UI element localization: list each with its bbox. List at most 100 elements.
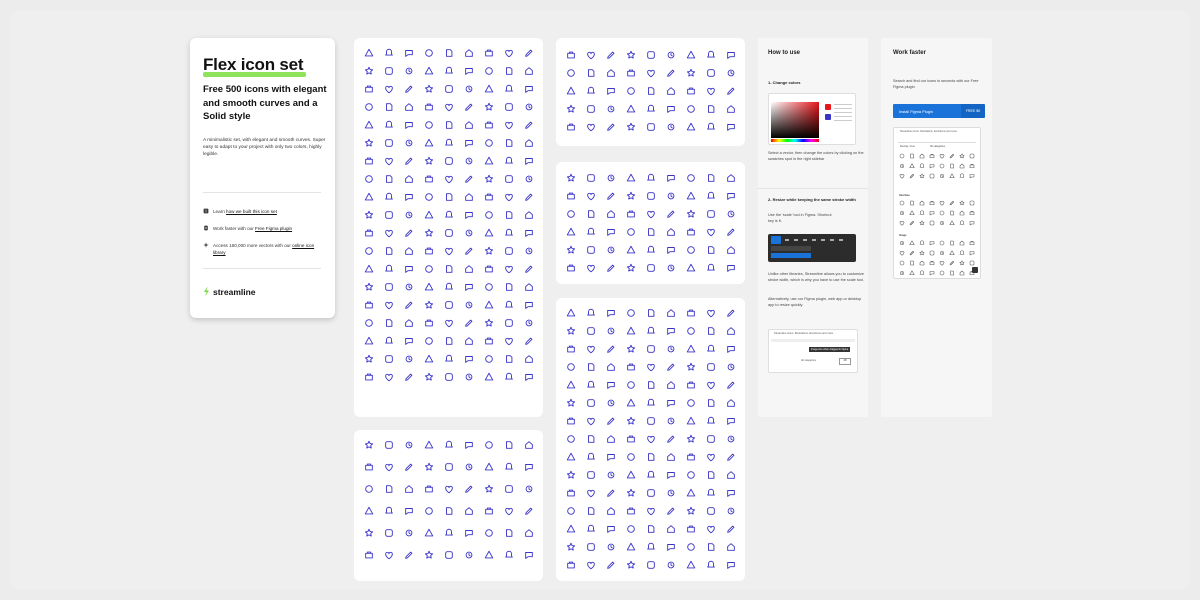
line-icon <box>959 270 965 276</box>
line-icon <box>446 337 453 345</box>
line-icon <box>627 381 635 389</box>
line-icon <box>485 441 493 449</box>
line-icon <box>950 163 955 169</box>
line-icon <box>626 326 636 335</box>
line-icon <box>686 362 696 371</box>
line-icon <box>667 453 675 461</box>
line-icon <box>525 507 533 515</box>
line-icon <box>424 550 434 559</box>
line-icon <box>386 175 393 183</box>
line-icon <box>405 463 413 471</box>
step1-title: 1- Change colors <box>768 80 801 85</box>
line-icon <box>929 211 935 216</box>
line-icon <box>484 484 494 493</box>
line-icon <box>687 525 695 533</box>
line-icon <box>686 191 696 200</box>
line-icon <box>627 228 635 236</box>
plugin-cursor-button[interactable] <box>972 267 978 273</box>
line-icon <box>687 174 695 182</box>
plugin-category[interactable]: All categories <box>930 145 945 148</box>
line-icon <box>626 344 636 353</box>
line-icon <box>385 139 393 147</box>
line-icon <box>506 355 513 363</box>
line-icon <box>525 374 533 381</box>
line-icon <box>727 105 735 113</box>
figma-plugin-link[interactable]: Free Figma plugin <box>255 226 292 231</box>
line-icon <box>708 471 715 479</box>
line-icon <box>667 489 675 497</box>
line-icon <box>405 247 413 255</box>
sidebar-lines <box>834 104 852 105</box>
line-icon <box>425 507 433 515</box>
line-icon <box>484 550 494 559</box>
install-plugin-button[interactable]: Install Figma Plugin <box>893 104 961 118</box>
line-icon <box>445 247 453 256</box>
line-icon <box>587 227 595 235</box>
line-icon <box>465 175 473 183</box>
line-icon <box>385 551 393 560</box>
line-icon <box>445 440 453 448</box>
line-icon <box>648 228 655 236</box>
line-icon <box>525 464 533 471</box>
line-icon <box>385 264 393 272</box>
line-icon <box>587 471 595 479</box>
line-icon <box>505 193 513 202</box>
line-icon <box>607 327 615 335</box>
toolbar-tools <box>785 239 845 241</box>
line-icon <box>939 163 945 169</box>
work-faster-text: Search and find our icons in seconds wit… <box>893 79 979 89</box>
line-icon <box>626 470 636 479</box>
line-icon <box>446 49 453 57</box>
line-icon <box>909 240 915 246</box>
feature-text: Work faster with our <box>213 226 256 231</box>
step2-title: 2- Resize while keeping the same stroke … <box>768 197 856 202</box>
line-icon <box>899 241 905 245</box>
line-icon <box>727 228 735 236</box>
step2-text2: Unlike other libraries, Streamline allow… <box>768 272 865 282</box>
line-icon <box>465 140 473 147</box>
line-icon <box>648 309 655 317</box>
line-icon <box>969 221 975 226</box>
line-icon <box>445 463 453 471</box>
line-icon <box>626 191 636 200</box>
line-icon <box>525 158 533 165</box>
line-icon <box>385 441 393 449</box>
line-icon <box>424 228 434 237</box>
line-icon <box>959 210 965 216</box>
line-icon <box>607 123 615 131</box>
plugin-filter[interactable]: Flexing / Line <box>900 145 915 148</box>
line-icon <box>687 309 695 317</box>
line-icon <box>424 84 434 93</box>
line-icon <box>567 507 575 515</box>
line-icon <box>686 263 696 272</box>
plugin-size-field[interactable]: 48 <box>839 358 851 365</box>
plugin-icon-grid <box>899 153 975 179</box>
line-icon <box>607 88 615 95</box>
line-icon <box>385 211 393 219</box>
line-icon <box>647 470 655 478</box>
line-icon <box>364 528 374 537</box>
line-icon <box>505 265 513 274</box>
how-we-built-link[interactable]: how we built this icon set <box>226 209 277 214</box>
line-icon <box>405 355 413 363</box>
line-icon <box>909 173 915 179</box>
line-icon <box>445 319 453 328</box>
line-icon <box>626 104 636 113</box>
line-icon <box>939 240 945 246</box>
plugin-search-input[interactable] <box>898 137 976 143</box>
line-icon <box>525 441 533 449</box>
line-icon <box>708 174 715 182</box>
line-icon <box>667 381 675 389</box>
line-icon <box>647 123 655 131</box>
line-icon <box>365 157 373 165</box>
line-icon <box>909 163 915 169</box>
line-icon <box>424 440 434 449</box>
line-icon <box>567 264 575 272</box>
line-icon <box>424 372 434 381</box>
line-icon <box>465 247 473 255</box>
toolbar-active-tool <box>771 236 781 244</box>
plugin-price-badge[interactable]: FREE $0 <box>961 104 985 118</box>
line-icon <box>959 250 965 255</box>
line-icon <box>386 247 393 255</box>
line-icon <box>365 103 373 111</box>
